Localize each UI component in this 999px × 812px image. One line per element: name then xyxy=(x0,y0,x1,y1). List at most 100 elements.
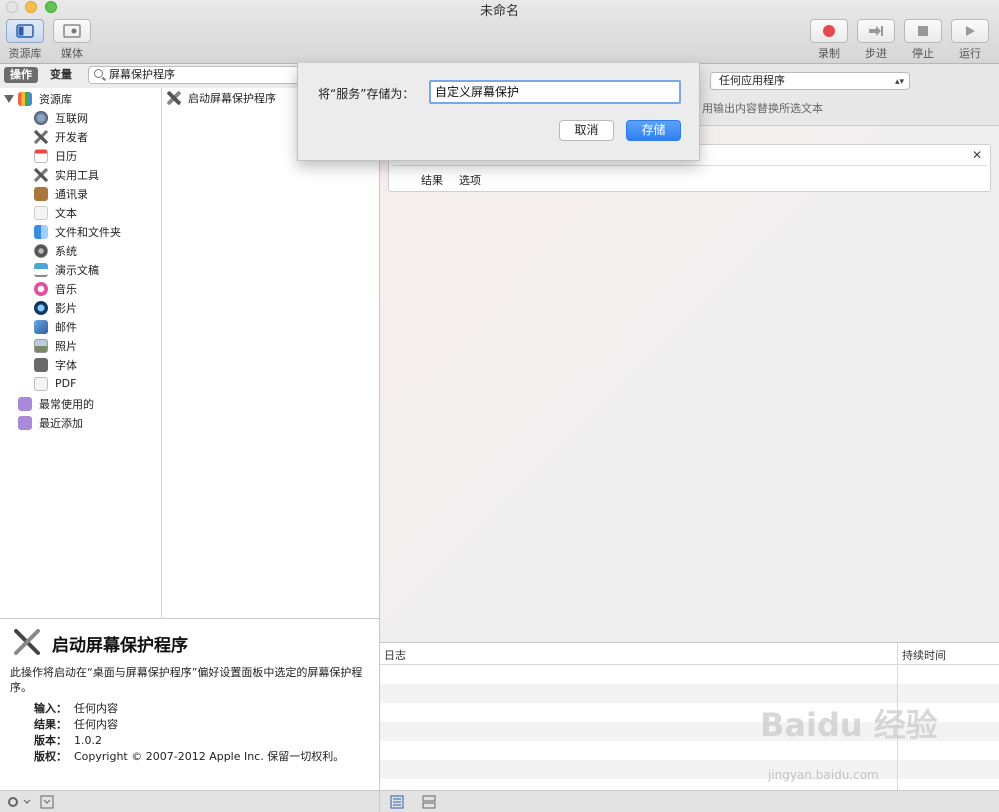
library-root-label: 资源库 xyxy=(39,93,72,106)
system-gear-icon xyxy=(34,243,48,258)
library-tabs: 操作 变量 xyxy=(4,67,78,83)
sidebar-item-label: PDF xyxy=(55,377,77,390)
meta-input-value: 任何内容 xyxy=(74,702,118,715)
gear-menu-icon[interactable] xyxy=(6,795,32,809)
finder-icon xyxy=(34,224,48,239)
quicktime-icon xyxy=(34,300,48,315)
sidebar-item-label: 最近添加 xyxy=(39,416,83,430)
tab-results[interactable]: 结果 xyxy=(421,172,443,188)
media-icon xyxy=(63,24,81,38)
step-button[interactable]: 步进 xyxy=(857,19,895,61)
sidebar-item-label: 文本 xyxy=(55,206,77,220)
sidebar-item-presentations[interactable]: 演示文稿 xyxy=(34,260,121,279)
sidebar-item-label: 字体 xyxy=(55,358,77,372)
search-value: 屏幕保护程序 xyxy=(109,68,175,81)
sidebar-item-movies[interactable]: 影片 xyxy=(34,298,121,317)
application-select[interactable]: 任何应用程序 ▴▾ xyxy=(710,72,910,90)
workflow-area[interactable]: ✕ 结果 选项 xyxy=(380,126,999,642)
duration-column-header[interactable]: 持续时间 xyxy=(902,647,946,663)
sidebar-item-label: 互联网 xyxy=(55,111,88,125)
watermark: Baidu 经验 xyxy=(760,706,938,744)
sidebar-item-contacts[interactable]: 通讯录 xyxy=(34,184,121,203)
description-toggle-icon[interactable] xyxy=(40,795,54,809)
meta-input-key: 输入： xyxy=(34,702,67,715)
sidebar-item-system[interactable]: 系统 xyxy=(34,241,121,260)
window-title: 未命名 xyxy=(479,4,519,19)
mail-icon xyxy=(34,319,48,334)
sidebar-item-text[interactable]: 文本 xyxy=(34,203,121,222)
record-button[interactable]: 录制 xyxy=(810,19,848,61)
library-root-item[interactable]: 资源库 xyxy=(4,90,72,108)
meta-version-key: 版本： xyxy=(34,734,67,747)
library-toolbar-label: 资源库 xyxy=(8,47,42,60)
record-label: 录制 xyxy=(818,47,840,60)
split-view-icon[interactable] xyxy=(422,795,436,809)
sidebar-item-label: 影片 xyxy=(55,301,77,315)
presentation-icon xyxy=(34,262,48,277)
utilities-icon xyxy=(34,167,48,182)
library-toolbar-button[interactable]: 资源库 xyxy=(6,19,44,61)
list-view-icon[interactable] xyxy=(390,795,404,809)
sidebar-item-label: 文件和文件夹 xyxy=(55,225,121,239)
sidebar-item-recently-added[interactable]: 最近添加 xyxy=(18,413,94,432)
sidebar-item-pdf[interactable]: PDF xyxy=(34,374,121,393)
run-icon xyxy=(966,26,975,36)
sidebar-item-most-used[interactable]: 最常使用的 xyxy=(18,394,94,413)
stop-icon xyxy=(918,26,928,36)
smart-groups: 最常使用的 最近添加 xyxy=(18,394,94,432)
step-icon xyxy=(869,26,883,36)
sidebar-item-internet[interactable]: 互联网 xyxy=(34,108,121,127)
sidebar-item-label: 音乐 xyxy=(55,282,77,296)
run-label: 运行 xyxy=(959,47,981,60)
table-row xyxy=(380,665,999,684)
sidebar-item-files[interactable]: 文件和文件夹 xyxy=(34,222,121,241)
save-button[interactable]: 存储 xyxy=(626,120,681,141)
sidebar-item-fonts[interactable]: 字体 xyxy=(34,355,121,374)
action-metadata: 输入： 任何内容 结果： 任何内容 版本： 1.0.2 版权： Copyright © … xyxy=(34,701,344,765)
disclosure-triangle-icon[interactable] xyxy=(4,95,14,103)
log-column-header[interactable]: 日志 xyxy=(384,647,406,663)
cancel-button[interactable]: 取消 xyxy=(559,120,614,141)
library-books-icon xyxy=(18,92,32,106)
replace-selection-label: 用输出内容替换所选文本 xyxy=(702,102,823,115)
meta-version-value: 1.0.2 xyxy=(74,734,102,747)
library-panel-icon xyxy=(16,24,34,38)
run-button[interactable]: 运行 xyxy=(951,19,989,61)
sidebar-item-utilities[interactable]: 实用工具 xyxy=(34,165,121,184)
sidebar-item-label: 日历 xyxy=(55,149,77,163)
sidebar-item-photos[interactable]: 照片 xyxy=(34,336,121,355)
media-toolbar-button[interactable]: 媒体 xyxy=(53,19,91,61)
save-service-dialog: 将“服务”存储为： 自定义屏幕保护 取消 存储 xyxy=(297,63,700,161)
sidebar-item-music[interactable]: 音乐 xyxy=(34,279,121,298)
service-name-input[interactable]: 自定义屏幕保护 xyxy=(429,80,681,104)
card-divider xyxy=(393,165,987,166)
sidebar-item-developer[interactable]: 开发者 xyxy=(34,127,121,146)
table-row xyxy=(380,760,999,779)
stop-label: 停止 xyxy=(912,47,934,60)
media-toolbar-label: 媒体 xyxy=(61,47,83,60)
tab-options[interactable]: 选项 xyxy=(459,172,481,188)
search-input[interactable]: 屏幕保护程序 xyxy=(88,66,300,84)
pdf-document-icon xyxy=(34,376,48,391)
close-icon[interactable]: ✕ xyxy=(972,148,982,162)
globe-icon xyxy=(34,110,48,125)
sidebar-item-calendar[interactable]: 日历 xyxy=(34,146,121,165)
tab-variables[interactable]: 变量 xyxy=(44,67,78,83)
smart-folder-icon xyxy=(18,396,32,411)
sidebar-item-label: 邮件 xyxy=(55,320,77,334)
tools-icon xyxy=(34,129,48,144)
action-title: 启动屏幕保护程序 xyxy=(52,636,188,656)
sidebar-item-label: 开发者 xyxy=(55,130,88,144)
tab-actions[interactable]: 操作 xyxy=(4,67,38,83)
contacts-icon xyxy=(34,186,48,201)
text-document-icon xyxy=(34,205,48,220)
record-icon xyxy=(823,25,835,37)
sidebar-item-mail[interactable]: 邮件 xyxy=(34,317,121,336)
stop-button[interactable]: 停止 xyxy=(904,19,942,61)
description-pane: 启动屏幕保护程序 此操作将启动在“桌面与屏幕保护程序”偏好设置面板中选定的屏幕保… xyxy=(0,618,380,790)
meta-copyright-value: Copyright © 2007-2012 Apple Inc. 保留一切权利。 xyxy=(74,750,345,763)
application-select-value: 任何应用程序 xyxy=(719,74,785,87)
library-pane: 资源库 互联网 开发者 日历 实用工具 通讯录 文本 文件和文件夹 系统 演示文… xyxy=(0,88,380,618)
sidebar-item-label: 通讯录 xyxy=(55,187,88,201)
sidebar-item-label: 演示文稿 xyxy=(55,263,99,277)
